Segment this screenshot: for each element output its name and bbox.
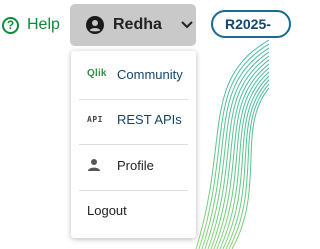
person-icon bbox=[87, 158, 101, 172]
help-link[interactable]: ? Help bbox=[0, 10, 60, 40]
api-icon: API bbox=[87, 115, 103, 124]
menu-item-logout[interactable]: Logout bbox=[71, 199, 196, 223]
release-badge[interactable]: R2025- bbox=[211, 10, 291, 38]
menu-divider bbox=[79, 144, 188, 145]
qlik-logo-icon: Qlik bbox=[87, 68, 107, 79]
menu-divider bbox=[79, 99, 188, 100]
user-name: Redha bbox=[113, 16, 162, 33]
user-menu-button[interactable]: Redha bbox=[70, 4, 196, 46]
help-label: Help bbox=[27, 16, 60, 33]
menu-item-label: Community bbox=[117, 67, 183, 82]
user-dropdown-menu: Qlik Community API REST APIs Profile Log… bbox=[71, 51, 196, 238]
help-icon: ? bbox=[2, 16, 19, 34]
menu-item-label: Logout bbox=[87, 203, 127, 218]
menu-item-label: REST APIs bbox=[117, 112, 182, 127]
menu-item-label: Profile bbox=[117, 158, 154, 173]
release-label: R2025- bbox=[225, 16, 271, 32]
menu-item-profile[interactable]: Profile bbox=[71, 154, 196, 178]
menu-item-rest-apis[interactable]: API REST APIs bbox=[71, 108, 196, 132]
chevron-down-icon bbox=[181, 21, 193, 29]
menu-divider bbox=[79, 190, 188, 191]
menu-item-community[interactable]: Qlik Community bbox=[71, 63, 196, 87]
account-circle-icon bbox=[86, 16, 104, 34]
